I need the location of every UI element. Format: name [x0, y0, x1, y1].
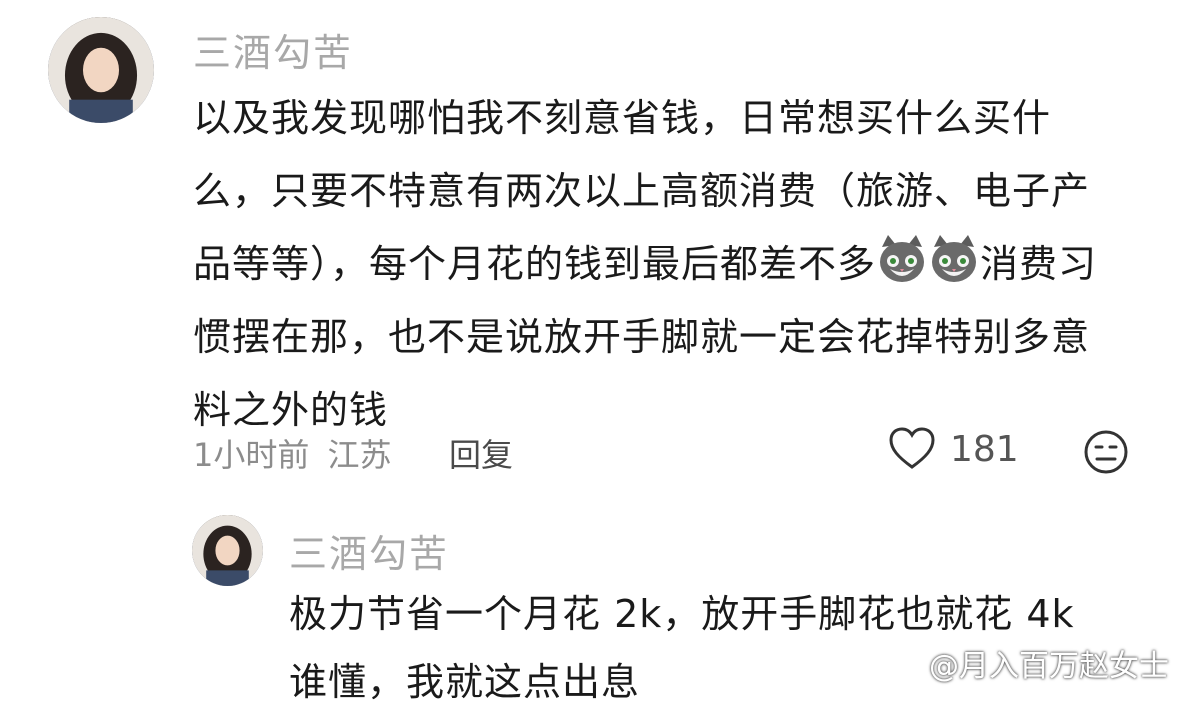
watermark: @月入百万赵女士 — [883, 641, 1169, 685]
avatar-portrait-icon — [192, 515, 263, 586]
comment-meta: 1小时前 江苏 — [193, 430, 392, 476]
gray-cat-face-icon — [876, 233, 928, 285]
comment-avatar[interactable] — [48, 17, 154, 123]
comment-time: 1小时前 — [193, 436, 310, 474]
watermark-text: @月入百万赵女士 — [929, 649, 1169, 684]
gray-cat-face-icon — [928, 233, 980, 285]
reply-button[interactable]: 回复 — [449, 430, 513, 476]
neutral-face-icon[interactable] — [1083, 429, 1129, 475]
comment-location: 江苏 — [327, 436, 392, 474]
heart-outline-icon — [888, 427, 936, 471]
reply-username[interactable]: 三酒勾苦 — [289, 523, 449, 578]
like-button[interactable]: 181 — [888, 427, 1019, 471]
reply-avatar[interactable] — [192, 515, 263, 586]
avatar-portrait-icon — [48, 17, 154, 123]
weibo-icon — [883, 647, 923, 679]
comment-body: 以及我发现哪怕我不刻意省钱，日常想买什么买什么，只要不特意有两次以上高额消费（旅… — [193, 82, 1123, 447]
like-count: 181 — [950, 428, 1019, 470]
comment-username[interactable]: 三酒勾苦 — [193, 22, 353, 77]
